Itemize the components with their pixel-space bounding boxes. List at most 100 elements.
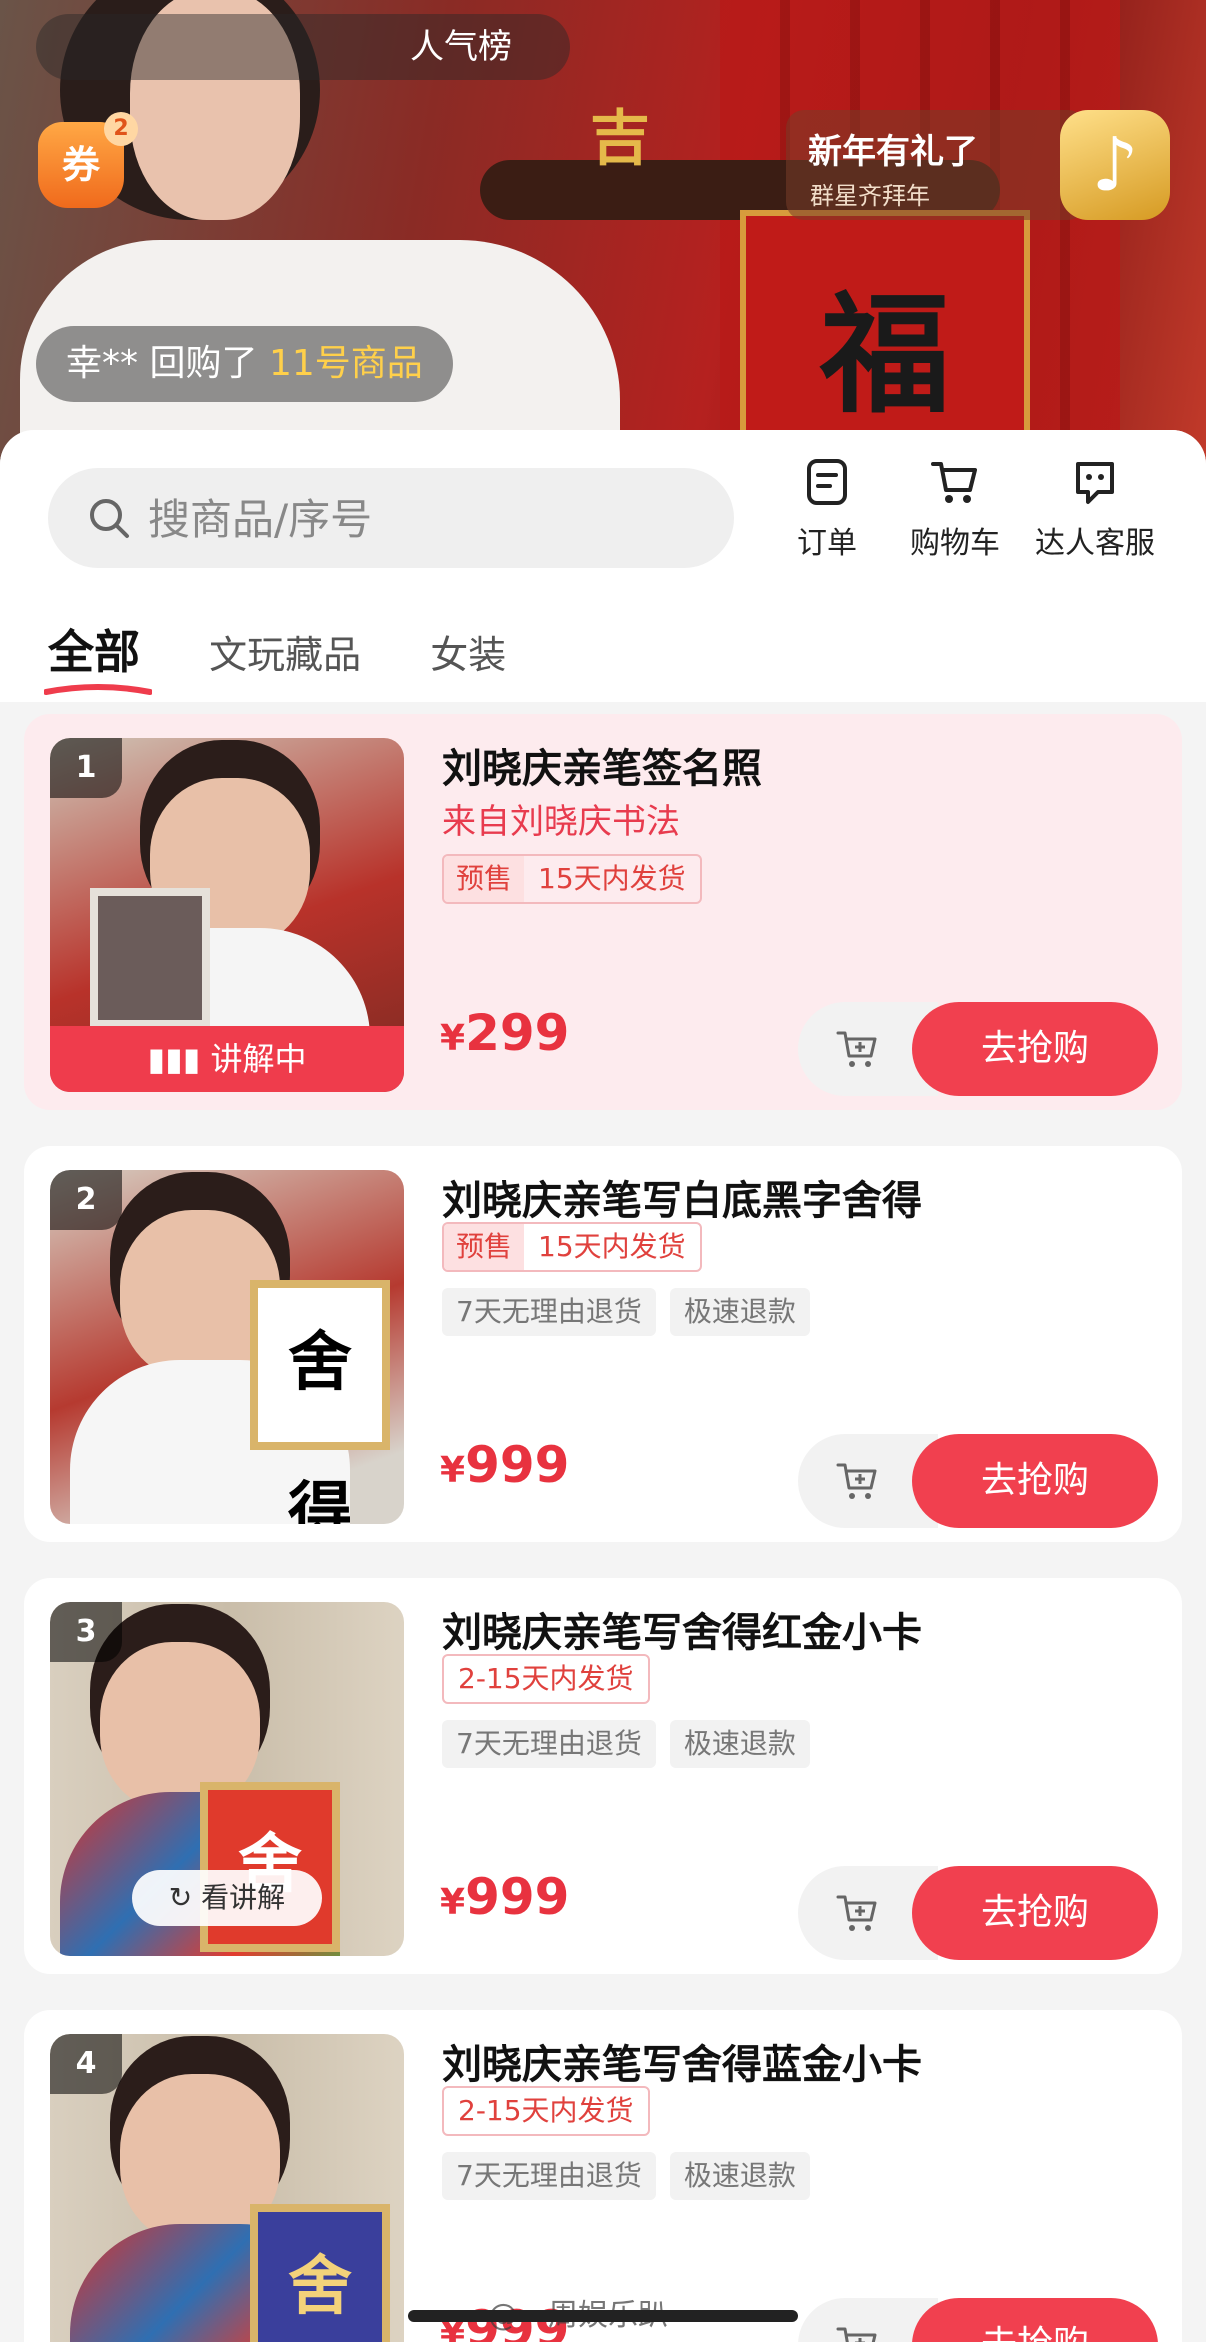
- tab-womens-clothing-label: 女装: [430, 633, 507, 677]
- product-thumbnail[interactable]: 舍得 3 ↻ 看讲解: [50, 1602, 404, 1956]
- live-video[interactable]: 福 吉 人气榜 券 2 新年有礼了 群星齐拜年 ♪ 幸** 回购了 11号商品: [0, 0, 1206, 470]
- live-bars-icon: ▮▮▮: [147, 1040, 201, 1078]
- search-icon: [90, 499, 129, 538]
- buy-now-button[interactable]: 去抢购: [912, 1866, 1158, 1960]
- promo-title: 新年有礼了: [808, 132, 978, 172]
- product-title: 刘晓庆亲笔签名照: [442, 746, 762, 792]
- product-card[interactable]: 舍得 3 ↻ 看讲解 刘晓庆亲笔写舍得红金小卡 2-15天内发货 7天无理由退货…: [24, 1578, 1182, 1974]
- shipping-badge: 2-15天内发货: [442, 1654, 650, 1704]
- service-tag-row: 7天无理由退货 极速退款: [442, 1720, 810, 1768]
- buy-now-button[interactable]: 去抢购: [912, 1002, 1158, 1096]
- buy-now-button[interactable]: 去抢购: [912, 2298, 1158, 2342]
- shipping-time: 15天内发货: [538, 862, 686, 895]
- tab-all[interactable]: 全部: [44, 616, 152, 695]
- product-thumbnail[interactable]: 1 ▮▮▮ 讲解中: [50, 738, 404, 1092]
- cart-icon: [931, 462, 977, 503]
- shipping-time: 2-15天内发货: [458, 1662, 634, 1695]
- add-cart-icon: [836, 2327, 877, 2342]
- return-policy-tag: 7天无理由退货: [442, 1720, 656, 1768]
- presale-badge: 预售 15天内发货: [442, 854, 702, 904]
- repurchase-user: 幸**: [66, 343, 139, 384]
- shipping-badge-row: 预售 15天内发货: [442, 854, 702, 904]
- product-index: 1: [50, 738, 122, 798]
- product-price: ¥299: [440, 1004, 569, 1062]
- product-title: 刘晓庆亲笔写白底黑字舍得: [442, 1178, 922, 1224]
- shopping-cart-button[interactable]: 购物车: [890, 458, 1020, 562]
- replay-icon: ↻: [168, 1881, 193, 1914]
- service-tag-row: 7天无理由退货 极速退款: [442, 1288, 810, 1336]
- orders-button[interactable]: 订单: [762, 458, 892, 562]
- product-source: 来自刘晓庆书法: [442, 802, 680, 842]
- product-card[interactable]: 1 ▮▮▮ 讲解中 刘晓庆亲笔签名照 来自刘晓庆书法 预售 15天内发货 ¥29…: [24, 714, 1182, 1110]
- tab-collectibles[interactable]: 文玩藏品: [209, 624, 361, 679]
- fast-refund-tag: 极速退款: [669, 1720, 810, 1768]
- buy-now-button[interactable]: 去抢购: [912, 1434, 1158, 1528]
- price-value: 999: [465, 1868, 570, 1926]
- product-title: 刘晓庆亲笔写舍得红金小卡: [442, 1610, 922, 1656]
- price-value: 999: [465, 1436, 570, 1494]
- presale-label: 预售: [444, 856, 525, 902]
- return-policy-tag: 7天无理由退货: [442, 1288, 656, 1336]
- promo-subtitle: 群星齐拜年: [810, 182, 930, 210]
- new-year-promo-banner[interactable]: 新年有礼了 群星齐拜年: [786, 110, 1086, 220]
- live-status-label: 讲解中: [210, 1040, 307, 1078]
- return-policy-tag: 7天无理由退货: [442, 2152, 656, 2200]
- add-cart-icon: [836, 1463, 877, 1499]
- service-tag-row: 7天无理由退货 极速退款: [442, 2152, 810, 2200]
- product-price: ¥999: [440, 1868, 569, 1926]
- tab-all-label: 全部: [48, 625, 140, 679]
- thumbnail-calligraphy-frame: 舍得: [250, 1280, 390, 1524]
- popularity-ranking-pill[interactable]: 人气榜: [36, 14, 570, 80]
- presale-label: 预售: [444, 1224, 525, 1270]
- product-list-sheet[interactable]: 订单 购物车 达人客服 全部 文玩藏品: [0, 430, 1206, 2342]
- thumbnail-signed-photo: [90, 888, 210, 1028]
- sheet-header: 订单 购物车 达人客服 全部 文玩藏品: [0, 430, 1206, 702]
- ranking-label: 人气榜: [410, 27, 512, 67]
- thumbnail-calligraphy-frame: 舍得: [200, 1782, 340, 1952]
- presale-badge: 预售 15天内发货: [442, 1222, 702, 1272]
- shopping-cart-label: 购物车: [910, 526, 1000, 561]
- repurchase-notice: 幸** 回购了 11号商品: [36, 326, 453, 402]
- coupon-button[interactable]: 券 2: [38, 112, 138, 212]
- customer-service-button[interactable]: 达人客服: [1030, 458, 1160, 562]
- order-icon: [807, 459, 847, 505]
- price-value: 299: [465, 1004, 570, 1062]
- product-title: 刘晓庆亲笔写舍得蓝金小卡: [442, 2042, 922, 2088]
- add-cart-icon: [836, 1895, 877, 1931]
- add-cart-icon: [836, 1031, 877, 1067]
- shipping-badge: 2-15天内发货: [442, 2086, 650, 2136]
- product-price: ¥999: [440, 1436, 569, 1494]
- watch-explanation-label: 看讲解: [201, 1881, 286, 1914]
- background-fu-character: 福: [820, 278, 951, 431]
- fast-refund-tag: 极速退款: [669, 1288, 810, 1336]
- tiktok-logo-icon: ♪: [1060, 110, 1170, 220]
- repurchase-action: 回购了: [149, 343, 258, 384]
- price-symbol: ¥: [440, 1882, 466, 1923]
- price-symbol: ¥: [440, 1018, 466, 1059]
- shipping-badge-row: 预售 15天内发货: [442, 1222, 702, 1272]
- tab-collectibles-label: 文玩藏品: [209, 633, 362, 677]
- shipping-time: 15天内发货: [538, 1230, 686, 1263]
- product-thumbnail[interactable]: 舍得 4: [50, 2034, 404, 2342]
- tab-womens-clothing[interactable]: 女装: [430, 624, 506, 679]
- product-index: 4: [50, 2034, 122, 2094]
- search-bar[interactable]: [48, 468, 734, 570]
- coupon-count-badge: 2: [104, 112, 138, 146]
- product-index: 3: [50, 1602, 122, 1662]
- product-thumbnail[interactable]: 舍得 2: [50, 1170, 404, 1524]
- repurchase-item: 11号商品: [268, 343, 423, 384]
- live-explaining-bar: ▮▮▮ 讲解中: [50, 1026, 404, 1092]
- shipping-time: 2-15天内发货: [458, 2094, 634, 2127]
- service-icon: [1076, 462, 1114, 504]
- fast-refund-tag: 极速退款: [669, 2152, 810, 2200]
- price-symbol: ¥: [440, 1450, 466, 1491]
- tab-active-underline: [44, 684, 152, 695]
- customer-service-label: 达人客服: [1035, 526, 1155, 561]
- watch-explanation-button[interactable]: ↻ 看讲解: [132, 1870, 322, 1926]
- product-index: 2: [50, 1170, 122, 1230]
- shipping-badge-row: 2-15天内发货: [442, 1654, 650, 1704]
- home-indicator[interactable]: [408, 2310, 798, 2322]
- product-card[interactable]: 舍得 2 刘晓庆亲笔写白底黑字舍得 预售 15天内发货 7天无理由退货 极速退款…: [24, 1146, 1182, 1542]
- search-input[interactable]: [146, 468, 710, 570]
- thumbnail-calligraphy-frame: 舍得: [250, 2204, 390, 2342]
